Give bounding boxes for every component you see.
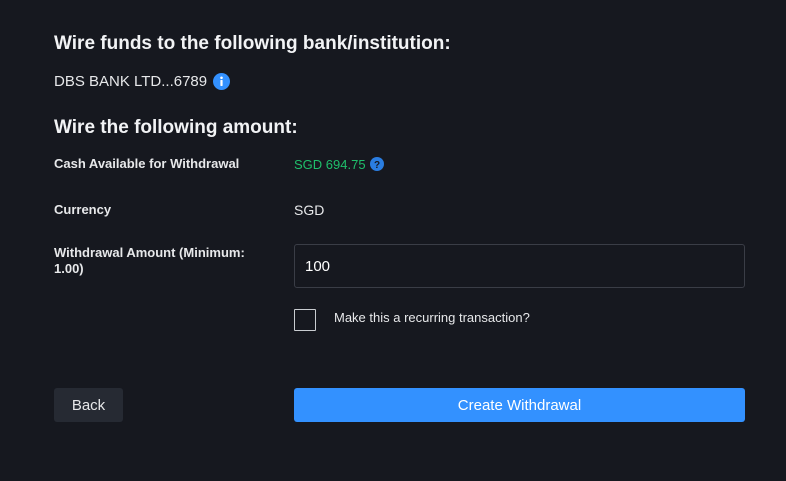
currency-value: SGD: [294, 202, 325, 218]
bank-row: DBS BANK LTD...6789: [54, 71, 231, 91]
recurring-checkbox-label[interactable]: Make this a recurring transaction?: [334, 310, 530, 325]
back-button[interactable]: Back: [54, 388, 123, 422]
info-icon[interactable]: [213, 72, 231, 90]
create-withdrawal-button[interactable]: Create Withdrawal: [294, 388, 745, 422]
cash-available-value: SGD 694.75: [294, 156, 366, 172]
bank-name: DBS BANK LTD...6789: [54, 72, 208, 90]
withdrawal-amount-label: Withdrawal Amount (Minimum: 1.00): [54, 245, 245, 276]
cash-available-value-row: SGD 694.75 ?: [294, 155, 384, 173]
wire-amount-heading: Wire the following amount:: [54, 117, 298, 138]
wire-destination-heading: Wire funds to the following bank/institu…: [54, 33, 451, 54]
withdrawal-amount-input[interactable]: [294, 244, 745, 288]
recurring-checkbox[interactable]: [294, 309, 316, 331]
cash-available-label: Cash Available for Withdrawal: [54, 156, 240, 171]
question-circle-icon[interactable]: ?: [369, 157, 384, 171]
svg-text:?: ?: [373, 160, 379, 171]
currency-label: Currency: [54, 202, 112, 217]
